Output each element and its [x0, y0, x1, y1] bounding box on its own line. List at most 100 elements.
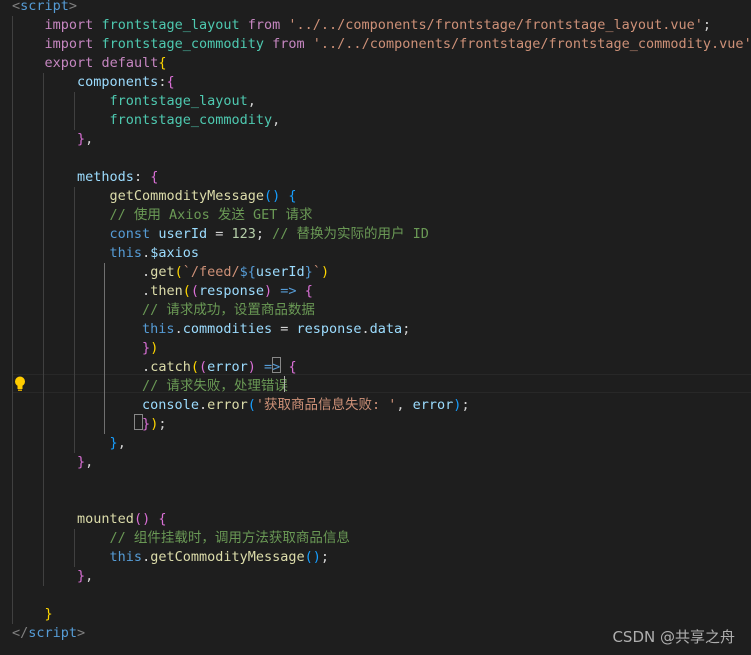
code-token: , [247, 93, 256, 109]
code-line[interactable]: // 组件挂载时，调用方法获取商品信息 [12, 529, 350, 548]
code-token: = [272, 321, 297, 337]
code-line[interactable]: console.error('获取商品信息失败: ', error); [12, 396, 470, 415]
code-token: , [117, 435, 126, 451]
code-editor[interactable]: <script> import frontstage_layout from '… [0, 0, 751, 655]
code-token: // 使用 Axios 发送 GET 请求 [109, 207, 313, 223]
code-token: '../../components/frontstage/frontstage_… [312, 36, 751, 52]
code-line[interactable]: }, [12, 130, 93, 149]
code-line[interactable]: <script> [12, 0, 77, 16]
code-token: , [85, 454, 94, 470]
text-cursor [284, 376, 285, 392]
code-token: > [68, 0, 78, 14]
code-token: = [207, 226, 232, 242]
code-line[interactable]: // 请求成功，设置商品数据 [12, 301, 315, 320]
code-line[interactable]: }, [12, 453, 93, 472]
code-token: > [77, 625, 86, 641]
code-token: response [198, 283, 265, 299]
code-line[interactable]: .catch((error) => { [12, 358, 297, 377]
code-line[interactable]: }, [12, 567, 93, 586]
code-token: . [142, 245, 151, 261]
code-token: '../../components/frontstage/frontstage_… [288, 17, 703, 33]
code-token: components [77, 74, 159, 90]
code-token: , [272, 112, 281, 128]
code-token: from [247, 17, 281, 33]
code-line[interactable]: components:{ [12, 73, 175, 92]
code-token: , [85, 131, 94, 147]
code-token: ( [174, 264, 183, 280]
code-line[interactable]: // 请求失败，处理错误 [12, 377, 288, 396]
code-token: script [28, 625, 78, 641]
code-line[interactable]: getCommodityMessage() { [12, 187, 297, 206]
code-line[interactable]: export default{ [12, 54, 167, 73]
code-token: commodities [182, 321, 273, 337]
code-token: { [166, 74, 175, 90]
code-line[interactable]: }, [12, 434, 126, 453]
code-token: ( [182, 283, 191, 299]
code-token: ` [312, 264, 321, 280]
code-token: ; [461, 397, 470, 413]
code-token: import [44, 17, 94, 33]
code-token: . [142, 264, 151, 280]
code-token: . [198, 397, 208, 413]
code-token: // 请求失败，处理错误 [142, 378, 288, 394]
code-token: ) [247, 359, 256, 375]
code-token: `/feed/ [182, 264, 240, 280]
code-line[interactable]: import frontstage_commodity from '../../… [12, 35, 751, 54]
code-line[interactable]: methods: { [12, 168, 158, 187]
code-token: // 组件挂载时，调用方法获取商品信息 [109, 530, 350, 546]
code-token: { [288, 359, 297, 375]
code-line[interactable]: }) [12, 339, 158, 358]
code-line[interactable]: import frontstage_layout from '../../com… [12, 16, 712, 35]
code-token: getCommodityMessage [109, 188, 264, 204]
code-line[interactable]: .then((response) => { [12, 282, 313, 301]
code-line[interactable]: this.commodities = response.data; [12, 320, 410, 339]
code-token: () [304, 549, 321, 565]
code-token: methods [77, 169, 134, 185]
code-line[interactable]: // 使用 Axios 发送 GET 请求 [12, 206, 313, 225]
code-line[interactable]: }); [12, 415, 166, 434]
code-line[interactable]: } [12, 605, 53, 624]
lightbulb-icon[interactable] [13, 375, 27, 392]
code-token: this [109, 245, 143, 261]
code-line[interactable]: const userId = 123; // 替换为实际的用户 ID [12, 225, 429, 244]
code-token: ; [402, 321, 411, 337]
code-token: { [158, 511, 167, 527]
code-line[interactable]: this.getCommodityMessage(); [12, 548, 330, 567]
code-token: data [369, 321, 403, 337]
code-token: ) [320, 264, 330, 280]
code-token: ( [190, 283, 199, 299]
code-token: frontstage_commodity [109, 112, 273, 128]
code-token: const [109, 226, 151, 242]
code-line[interactable]: this.$axios [12, 244, 199, 263]
code-line[interactable]: </script> [12, 624, 85, 643]
code-token: () [263, 188, 281, 204]
code-line[interactable]: mounted() { [12, 510, 166, 529]
code-line[interactable]: frontstage_layout, [12, 92, 256, 111]
code-line[interactable]: .get(`/feed/${userId}`) [12, 263, 329, 282]
code-line[interactable]: frontstage_commodity, [12, 111, 281, 130]
code-token: ( [247, 397, 256, 413]
code-token: // 请求成功，设置商品数据 [142, 302, 315, 318]
code-token: ${ [239, 264, 256, 280]
code-token: then [150, 283, 183, 299]
code-token: () [133, 511, 151, 527]
